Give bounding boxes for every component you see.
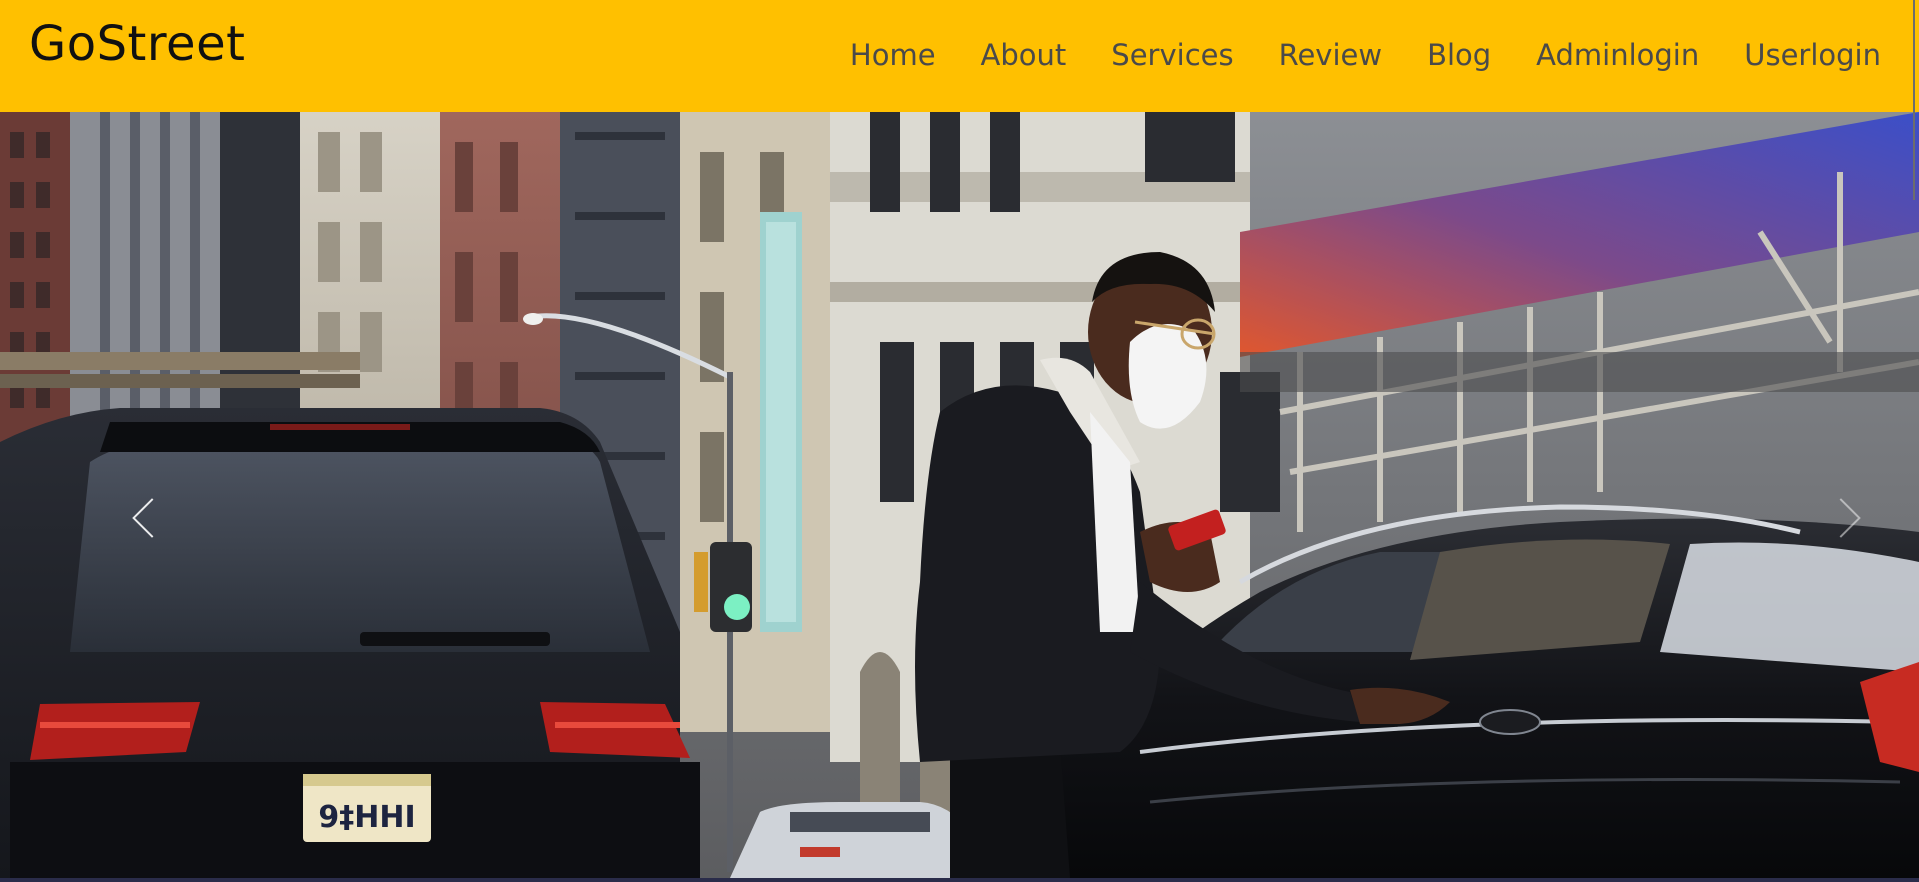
hero-bottom-edge bbox=[0, 878, 1919, 882]
nav-adminlogin-link[interactable]: Adminlogin bbox=[1514, 38, 1722, 72]
nav-services-link[interactable]: Services bbox=[1089, 38, 1256, 72]
nav-blog-link[interactable]: Blog bbox=[1405, 38, 1514, 72]
chevron-right-icon bbox=[1821, 498, 1861, 538]
chevron-left-icon bbox=[132, 498, 172, 538]
carousel-next-button[interactable] bbox=[1817, 470, 1877, 570]
navbar: GoStreet Home About Services Review Blog… bbox=[0, 0, 1919, 112]
hero-image: 9‡HHI bbox=[0, 112, 1919, 878]
license-plate-text: 9‡HHI bbox=[318, 800, 415, 835]
nav-links: Home About Services Review Blog Adminlog… bbox=[827, 38, 1881, 72]
nav-about-link[interactable]: About bbox=[958, 38, 1089, 72]
brand-logo[interactable]: GoStreet bbox=[29, 16, 245, 72]
scrollbar[interactable] bbox=[1913, 0, 1915, 200]
carousel-prev-button[interactable] bbox=[116, 470, 176, 570]
nav-review-link[interactable]: Review bbox=[1256, 38, 1404, 72]
nav-home-link[interactable]: Home bbox=[827, 38, 958, 72]
nav-userlogin-link[interactable]: Userlogin bbox=[1722, 38, 1881, 72]
hero-carousel: 9‡HHI bbox=[0, 112, 1919, 878]
